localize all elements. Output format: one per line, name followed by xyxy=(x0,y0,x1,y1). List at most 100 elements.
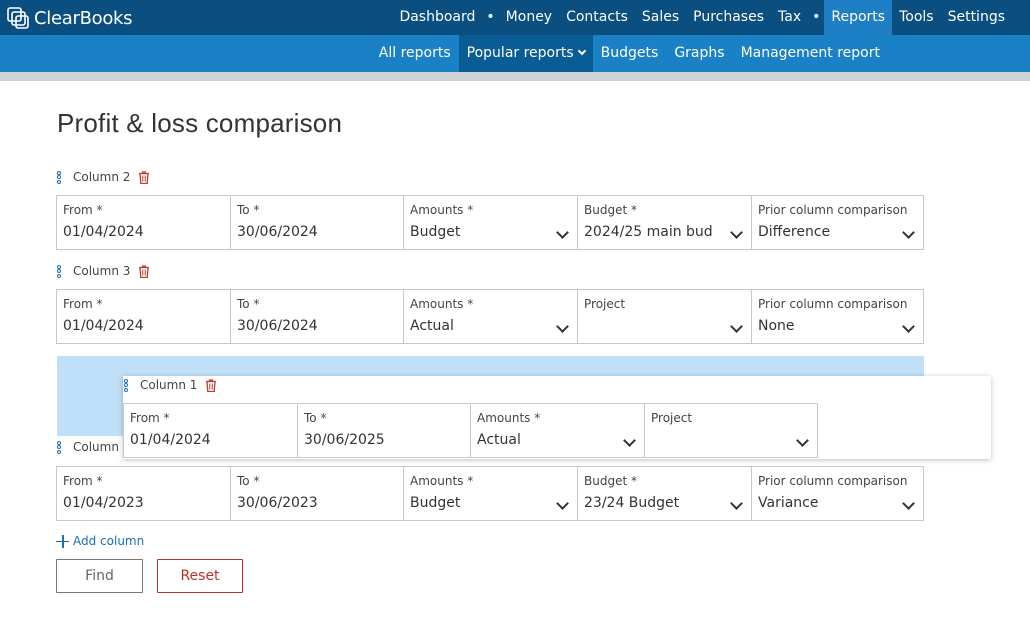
project-select[interactable]: Project xyxy=(578,290,752,343)
header-divider xyxy=(0,72,1030,81)
add-column-label: Add column xyxy=(73,534,145,548)
field-label: Project xyxy=(651,411,693,425)
field-label: Prior column comparison xyxy=(758,474,908,488)
prior-comparison-select[interactable]: Prior column comparison Variance xyxy=(752,467,923,520)
field-label: Prior column comparison xyxy=(758,297,908,311)
brand-name: ClearBooks xyxy=(34,7,133,29)
from-field[interactable]: From * 01/04/2024 xyxy=(124,404,298,457)
nav-reports[interactable]: Reports xyxy=(824,0,893,35)
field-value: Difference xyxy=(758,224,831,240)
prior-comparison-select[interactable]: Prior column comparison None xyxy=(752,290,923,343)
to-field[interactable]: To * 30/06/2023 xyxy=(231,467,404,520)
top-bar: ClearBooks Dashboard • Money Contacts Sa… xyxy=(0,0,1030,35)
column-header: Column 1 xyxy=(123,376,217,394)
project-select[interactable]: Project xyxy=(645,404,817,457)
field-label: Amounts * xyxy=(410,474,474,488)
reports-subnav: All reports Popular reports Budgets Grap… xyxy=(371,35,888,72)
field-label: From * xyxy=(130,411,170,425)
clearbooks-logo[interactable]: ClearBooks xyxy=(6,5,133,31)
column-fields-row: From * 01/04/2024 To * 30/06/2025 Amounts … xyxy=(123,403,818,458)
field-label: To * xyxy=(237,203,260,217)
chevron-down-icon xyxy=(577,46,586,56)
column-title: Column 4 xyxy=(73,440,131,454)
subnav-budgets[interactable]: Budgets xyxy=(593,35,667,72)
field-label: Amounts * xyxy=(410,203,474,217)
drag-handle-icon[interactable] xyxy=(56,170,62,184)
field-label: To * xyxy=(237,297,260,311)
amounts-select[interactable]: Amounts * Budget xyxy=(404,196,578,249)
nav-sales[interactable]: Sales xyxy=(635,0,686,35)
from-field[interactable]: From * 01/04/2024 xyxy=(57,290,231,343)
nav-money[interactable]: Money xyxy=(499,0,559,35)
trash-icon[interactable] xyxy=(205,378,217,392)
drag-handle-icon[interactable] xyxy=(56,264,62,278)
nav-purchases[interactable]: Purchases xyxy=(686,0,771,35)
field-value: 30/06/2024 xyxy=(237,318,318,334)
field-value: 2024/25 main budget xyxy=(584,224,712,240)
field-label: From * xyxy=(63,203,103,217)
budget-select[interactable]: Budget * 2024/25 main budget xyxy=(578,196,752,249)
field-label: Amounts * xyxy=(410,297,474,311)
field-label: Budget * xyxy=(584,474,637,488)
field-value: Budget xyxy=(410,495,461,511)
column-title: Column 2 xyxy=(73,170,131,184)
field-label: Budget * xyxy=(584,203,637,217)
add-column-link[interactable]: Add column xyxy=(56,531,144,551)
chevron-down-icon xyxy=(730,320,743,333)
budget-select[interactable]: Budget * 23/24 Budget xyxy=(578,467,752,520)
from-field[interactable]: From * 01/04/2024 xyxy=(57,196,231,249)
trash-icon[interactable] xyxy=(138,170,150,184)
to-field[interactable]: To * 30/06/2024 xyxy=(231,196,404,249)
subnav-popular-reports[interactable]: Popular reports xyxy=(458,35,593,72)
field-label: Prior column comparison xyxy=(758,203,908,217)
chevron-down-icon xyxy=(796,434,809,447)
nav-tools[interactable]: Tools xyxy=(892,0,941,35)
field-value: 30/06/2024 xyxy=(237,224,318,240)
nav-separator-dot: • xyxy=(486,9,495,25)
amounts-select[interactable]: Amounts * Actual xyxy=(471,404,645,457)
nav-tax[interactable]: Tax xyxy=(771,0,808,35)
nav-contacts[interactable]: Contacts xyxy=(559,0,635,35)
column-title: Column 3 xyxy=(73,264,131,278)
field-value: 01/04/2024 xyxy=(63,224,144,240)
subnav-all-reports[interactable]: All reports xyxy=(371,35,459,72)
drag-handle-icon[interactable] xyxy=(123,378,129,392)
field-value: Actual xyxy=(477,432,521,448)
amounts-select[interactable]: Amounts * Actual xyxy=(404,290,578,343)
nav-settings[interactable]: Settings xyxy=(941,0,1030,35)
from-field[interactable]: From * 01/04/2023 xyxy=(57,467,231,520)
amounts-select[interactable]: Amounts * Budget xyxy=(404,467,578,520)
nav-separator-dot: • xyxy=(812,9,821,25)
reset-button[interactable]: Reset xyxy=(157,559,243,593)
field-value: 23/24 Budget xyxy=(584,495,680,511)
to-field[interactable]: To * 30/06/2025 xyxy=(298,404,471,457)
field-label: Amounts * xyxy=(477,411,541,425)
column-fields-row: From * 01/04/2023 To * 30/06/2023 Amounts … xyxy=(56,466,924,521)
field-label: To * xyxy=(304,411,327,425)
field-value: Variance xyxy=(758,495,819,511)
column-header: Column 3 xyxy=(56,262,150,280)
field-value: 01/04/2024 xyxy=(63,318,144,334)
subnav-graphs[interactable]: Graphs xyxy=(666,35,732,72)
field-label: From * xyxy=(63,297,103,311)
subnav-popular-reports-label: Popular reports xyxy=(466,45,574,61)
column-fields-row: From * 01/04/2024 To * 30/06/2024 Amounts … xyxy=(56,289,924,344)
sub-nav-bar: All reports Popular reports Budgets Grap… xyxy=(0,35,1030,72)
trash-icon[interactable] xyxy=(138,264,150,278)
field-value: 30/06/2025 xyxy=(304,432,385,448)
prior-comparison-select[interactable]: Prior column comparison Difference xyxy=(752,196,923,249)
field-label: Project xyxy=(584,297,626,311)
dragging-column-card[interactable]: Column 1 From * 01/04/2024 To * 30/06/2025… xyxy=(123,376,991,459)
plus-icon xyxy=(56,534,69,548)
nav-dashboard[interactable]: Dashboard xyxy=(392,0,482,35)
find-button[interactable]: Find xyxy=(56,559,143,593)
drag-handle-icon[interactable] xyxy=(56,440,62,454)
field-value: Budget xyxy=(410,224,461,240)
page-title: Profit & loss comparison xyxy=(57,108,343,138)
chevron-down-icon xyxy=(730,226,743,239)
to-field[interactable]: To * 30/06/2024 xyxy=(231,290,404,343)
main-nav: Dashboard • Money Contacts Sales Purchas… xyxy=(392,0,1030,35)
subnav-management-report[interactable]: Management report xyxy=(733,35,888,72)
field-value: 30/06/2023 xyxy=(237,495,318,511)
column-header: Column 2 xyxy=(56,168,150,186)
